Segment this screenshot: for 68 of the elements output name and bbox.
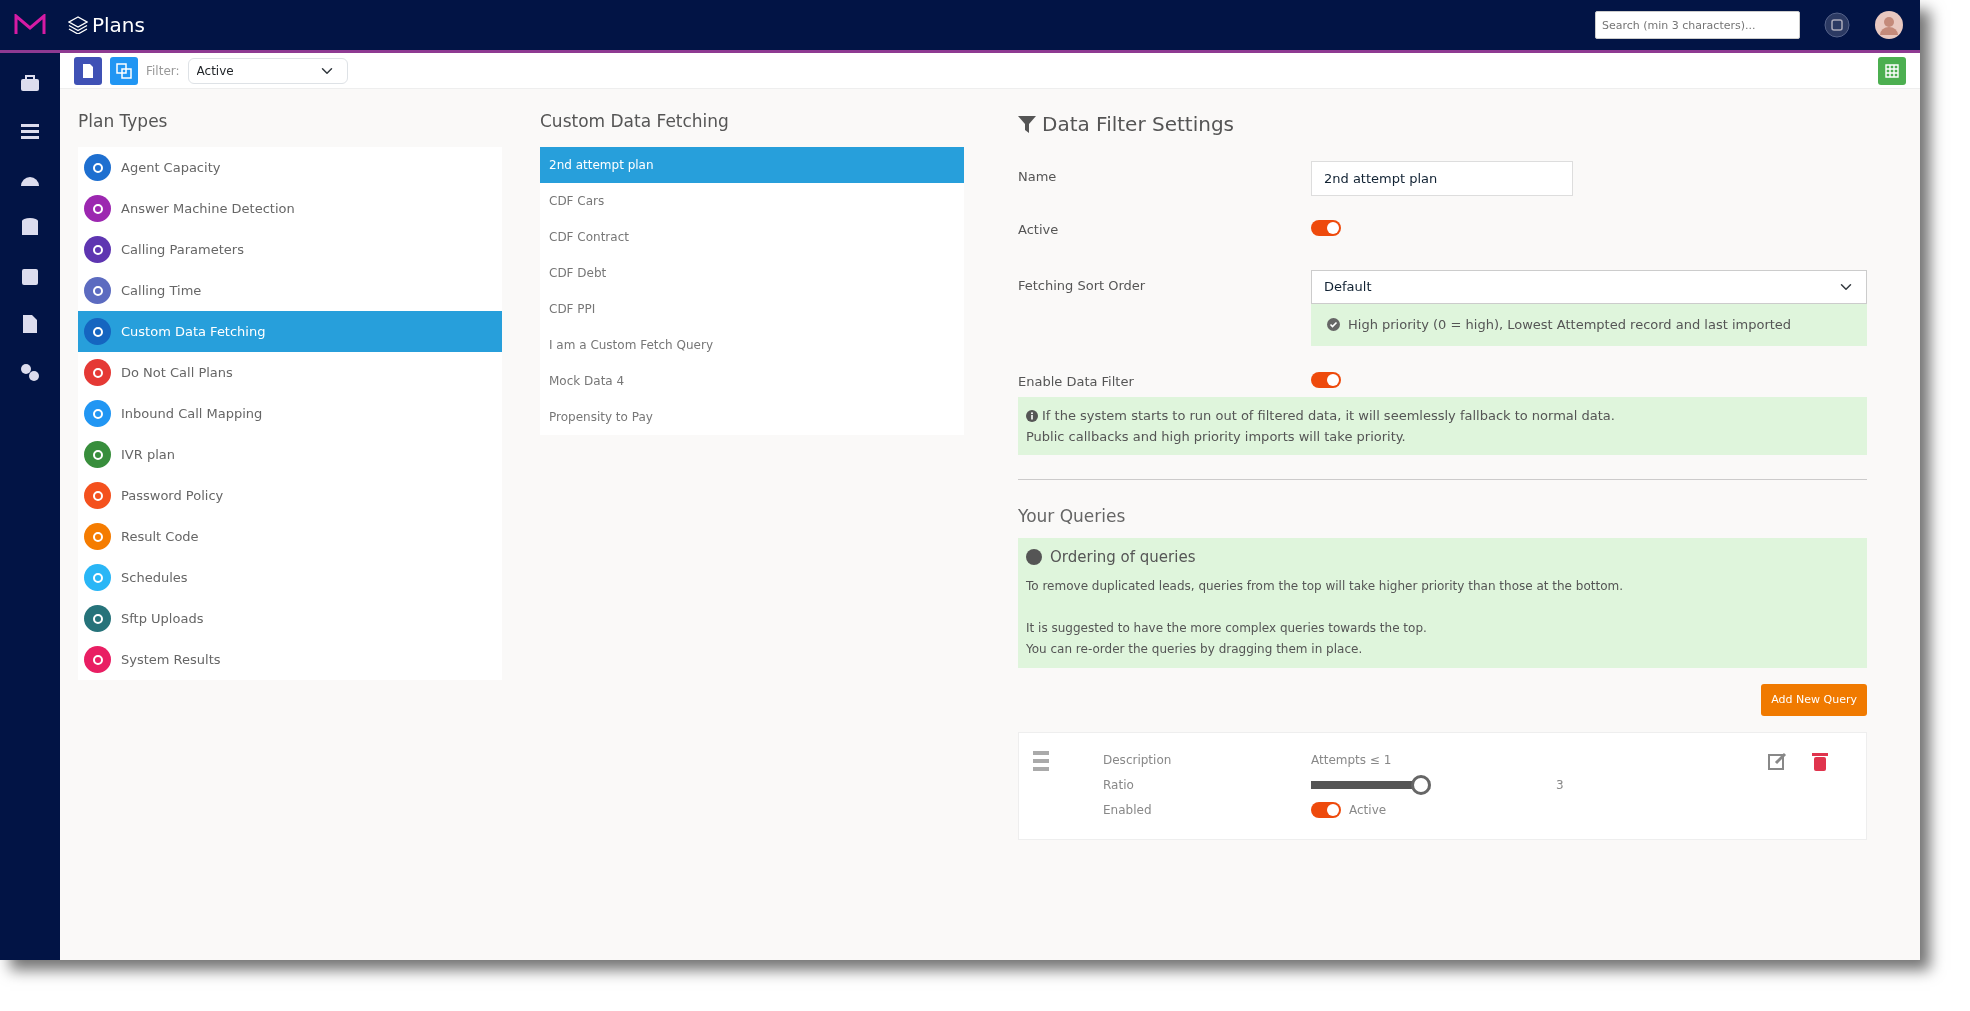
- list-item[interactable]: Password Policy: [78, 475, 502, 516]
- logo-icon: [14, 14, 46, 36]
- list-item[interactable]: Schedules: [78, 557, 502, 598]
- list-item[interactable]: Do Not Call Plans: [78, 352, 502, 393]
- sort-order-select[interactable]: Default: [1311, 269, 1867, 304]
- field-label: Active: [1018, 221, 1060, 239]
- field-label: Name: [1018, 168, 1058, 186]
- note-text: If the system starts to run out of filtered data, it will seemlessly fallback to normal data.: [1042, 407, 1615, 425]
- list-item[interactable]: System Results: [78, 639, 502, 680]
- toggle-switch[interactable]: [1311, 371, 1341, 388]
- section-title: Custom Data Fetching: [540, 110, 730, 133]
- list-item[interactable]: Mock Data 4: [540, 363, 964, 399]
- note-text: Public callbacks and high priority imports will take priority.: [1026, 428, 1406, 446]
- field-label: Ratio: [1103, 777, 1135, 794]
- list-item[interactable]: Sftp Uploads: [78, 598, 502, 639]
- ratio-value: 3: [1556, 778, 1564, 792]
- list-item[interactable]: Calling Parameters: [78, 229, 502, 270]
- list-item[interactable]: Inbound Call Mapping: [78, 393, 502, 434]
- avatar[interactable]: [1874, 10, 1904, 40]
- filter-label: Filter:: [146, 62, 180, 80]
- field-label: Enabled: [1103, 802, 1153, 819]
- section-title: Your Queries: [1018, 505, 1127, 528]
- page-title: Plans: [92, 12, 145, 39]
- copy-button[interactable]: [110, 56, 138, 85]
- spreadsheet-button[interactable]: [1878, 56, 1906, 85]
- list-item[interactable]: CDF Debt: [540, 255, 964, 291]
- field-label: Fetching Sort Order: [1018, 276, 1147, 295]
- section-title: Plan Types: [78, 110, 169, 133]
- field-label: Description: [1103, 752, 1173, 769]
- panel-title: Data Filter Settings: [1042, 111, 1235, 138]
- list-item[interactable]: CDF Contract: [540, 219, 964, 255]
- list-item[interactable]: Result Code: [78, 516, 502, 557]
- info-text: It is suggested to have the more complex queries towards the top.: [1026, 620, 1428, 637]
- list-item[interactable]: Answer Machine Detection: [78, 188, 502, 229]
- layers-icon: [68, 16, 88, 34]
- list-item[interactable]: CDF PPI: [540, 291, 964, 327]
- list-item[interactable]: IVR plan: [78, 434, 502, 475]
- document-icon: [81, 62, 95, 79]
- field-value: Attempts ≤ 1: [1311, 752, 1393, 769]
- name-input[interactable]: 2nd attempt plan: [1311, 161, 1573, 196]
- grid-icon: [1884, 62, 1900, 79]
- copy-icon: [116, 62, 132, 79]
- list-item[interactable]: Calling Time: [78, 270, 502, 311]
- list-item[interactable]: Agent Capacity: [78, 147, 502, 188]
- search-field[interactable]: Search (min 3 characters)...: [1595, 11, 1800, 39]
- info-icon: [1026, 409, 1038, 422]
- toggle-switch[interactable]: [1311, 220, 1341, 236]
- note-text: High priority (0 = high), Lowest Attempted record and last imported: [1348, 315, 1792, 334]
- trash-icon[interactable]: [1812, 751, 1828, 771]
- document-button[interactable]: [74, 56, 102, 85]
- toggle-switch[interactable]: [1311, 802, 1341, 818]
- check-circle-icon: [1327, 318, 1340, 331]
- list-item[interactable]: CDF Cars: [540, 183, 964, 219]
- info-icon: [1026, 548, 1042, 565]
- drag-handle-icon[interactable]: [1033, 751, 1049, 773]
- list-item[interactable]: I am a Custom Fetch Query: [540, 327, 964, 363]
- list-item[interactable]: Custom Data Fetching: [78, 311, 502, 352]
- list-item[interactable]: 2nd attempt plan: [540, 147, 964, 183]
- list-item[interactable]: Propensity to Pay: [540, 399, 964, 435]
- edit-icon[interactable]: [1768, 751, 1788, 771]
- field-label: Enable Data Filter: [1018, 372, 1135, 391]
- filter-select[interactable]: Active: [187, 57, 348, 84]
- toggle-label: Active: [1349, 802, 1387, 819]
- info-text: You can re-order the queries by dragging them in place.: [1026, 641, 1364, 658]
- slider-thumb[interactable]: [1411, 775, 1431, 795]
- info-title: Ordering of queries: [1050, 546, 1196, 568]
- filter-icon: [1018, 115, 1036, 133]
- info-text: To remove duplicated leads, queries from the top will take higher priority than those at the bottom.: [1026, 578, 1625, 595]
